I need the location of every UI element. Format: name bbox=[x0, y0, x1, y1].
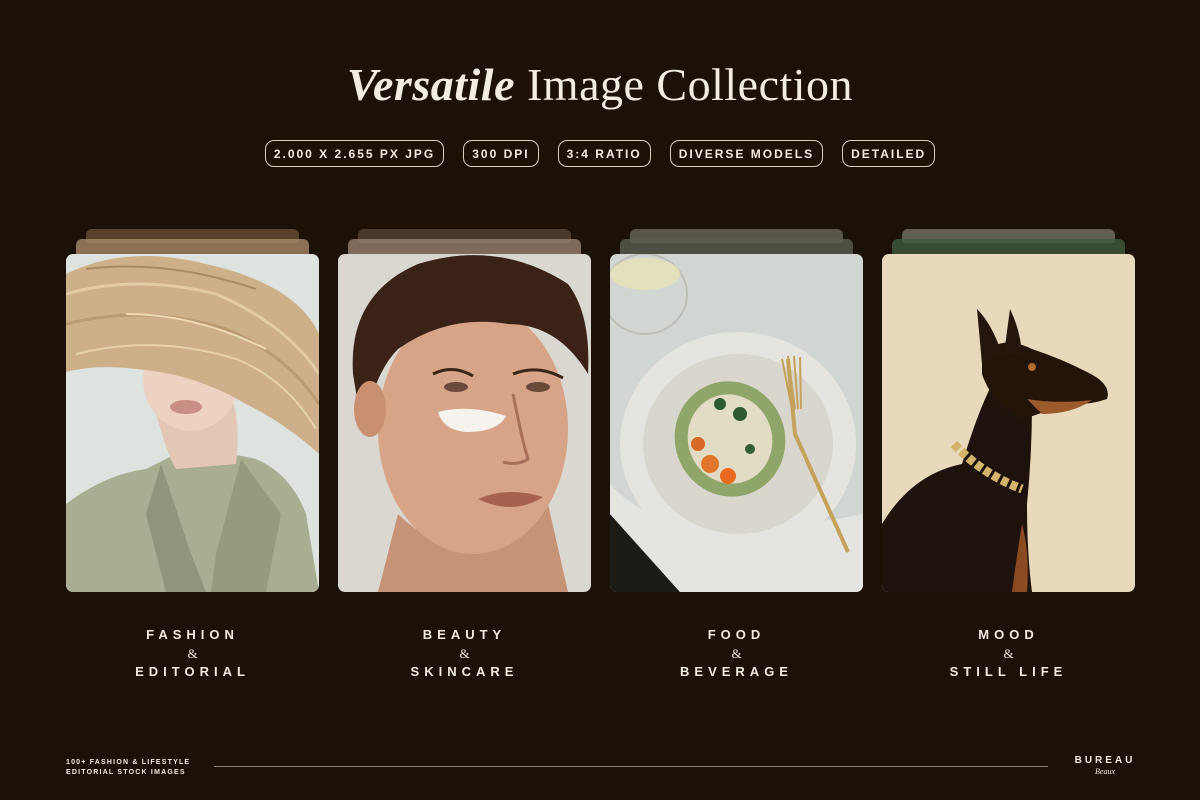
tag-detailed: DETAILED bbox=[842, 140, 936, 167]
food-image bbox=[610, 254, 863, 592]
card-fashion[interactable] bbox=[66, 229, 319, 592]
stack-layer bbox=[76, 239, 309, 255]
label-amp: & bbox=[187, 645, 198, 661]
label-line2: SKINCARE bbox=[410, 664, 519, 679]
label-mood: MOOD & STILL LIFE bbox=[882, 626, 1135, 682]
brand-name: BUREAU bbox=[1074, 755, 1136, 766]
label-line1: FASHION bbox=[146, 627, 239, 642]
tag-ratio: 3:4 RATIO bbox=[557, 140, 651, 167]
spec-tags: 2.000 X 2.655 PX JPG 300 DPI 3:4 RATIO D… bbox=[0, 140, 1200, 167]
label-line1: MOOD bbox=[978, 627, 1039, 642]
stack-layer bbox=[620, 239, 853, 255]
mood-image bbox=[882, 254, 1135, 592]
label-amp: & bbox=[459, 645, 470, 661]
card-mood[interactable] bbox=[882, 229, 1135, 592]
label-line1: FOOD bbox=[707, 627, 766, 642]
stack-layer bbox=[348, 239, 581, 255]
tag-models: DIVERSE MODELS bbox=[669, 140, 824, 167]
tag-resolution: 2.000 X 2.655 PX JPG bbox=[264, 140, 445, 167]
brand-sub: Beaux bbox=[1095, 767, 1115, 776]
card-beauty[interactable] bbox=[338, 229, 591, 592]
footer-tagline: 100+ FASHION & LIFESTYLE EDITORIAL STOCK… bbox=[66, 758, 190, 778]
title-rest: Image Collection bbox=[514, 59, 854, 110]
footer-line1: 100+ FASHION & LIFESTYLE bbox=[66, 759, 191, 766]
beauty-image bbox=[338, 254, 591, 592]
stack-layer bbox=[892, 239, 1125, 255]
label-line1: BEAUTY bbox=[422, 627, 507, 642]
label-food: FOOD & BEVERAGE bbox=[610, 626, 863, 682]
page-title: Versatile Image Collection bbox=[0, 58, 1200, 111]
title-emphasis: Versatile bbox=[346, 59, 515, 110]
card-food[interactable] bbox=[610, 229, 863, 592]
label-beauty: BEAUTY & SKINCARE bbox=[338, 626, 591, 682]
brand-logo: BUREAU Beaux bbox=[1060, 755, 1150, 776]
fashion-image bbox=[66, 254, 319, 592]
label-amp: & bbox=[731, 645, 742, 661]
footer-line2: EDITORIAL STOCK IMAGES bbox=[66, 769, 186, 776]
label-line2: EDITORIAL bbox=[135, 664, 250, 679]
label-amp: & bbox=[1003, 645, 1014, 661]
label-line2: STILL LIFE bbox=[949, 664, 1068, 679]
tag-dpi: 300 DPI bbox=[463, 140, 539, 167]
footer-divider bbox=[214, 766, 1048, 767]
label-fashion: FASHION & EDITORIAL bbox=[66, 626, 319, 682]
label-line2: BEVERAGE bbox=[680, 664, 793, 679]
